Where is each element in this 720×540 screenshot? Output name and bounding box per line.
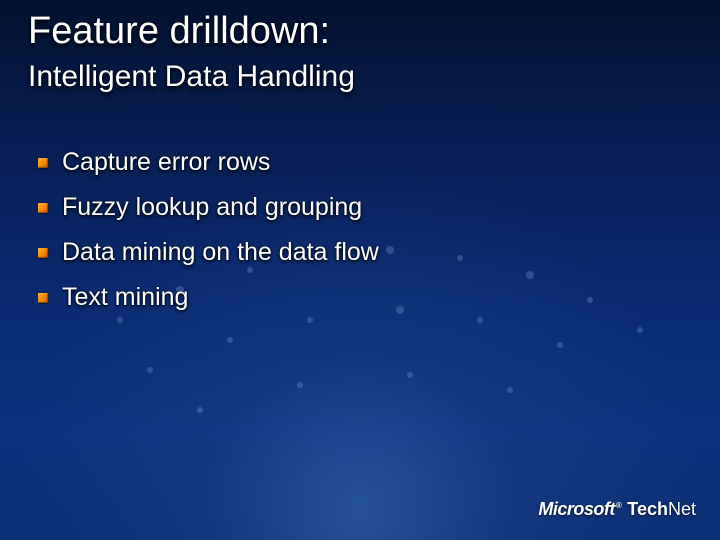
product-text: TechNet <box>627 499 696 520</box>
list-item-label: Capture error rows <box>62 148 270 177</box>
bullet-icon <box>38 248 48 258</box>
bullet-icon <box>38 203 48 213</box>
list-item: Fuzzy lookup and grouping <box>38 193 680 222</box>
bullet-list: Capture error rows Fuzzy lookup and grou… <box>38 148 680 328</box>
slide: Feature drilldown: Intelligent Data Hand… <box>0 0 720 540</box>
bullet-icon <box>38 158 48 168</box>
bullet-icon <box>38 293 48 303</box>
list-item: Capture error rows <box>38 148 680 177</box>
slide-subtitle: Intelligent Data Handling <box>28 60 355 94</box>
list-item-label: Fuzzy lookup and grouping <box>62 193 362 222</box>
slide-title: Feature drilldown: <box>28 10 330 53</box>
footer-logo: Microsoft® TechNet <box>538 499 696 520</box>
list-item: Text mining <box>38 283 680 312</box>
list-item: Data mining on the data flow <box>38 238 680 267</box>
list-item-label: Data mining on the data flow <box>62 238 379 267</box>
brand-text: Microsoft® <box>538 499 621 520</box>
list-item-label: Text mining <box>62 283 188 312</box>
